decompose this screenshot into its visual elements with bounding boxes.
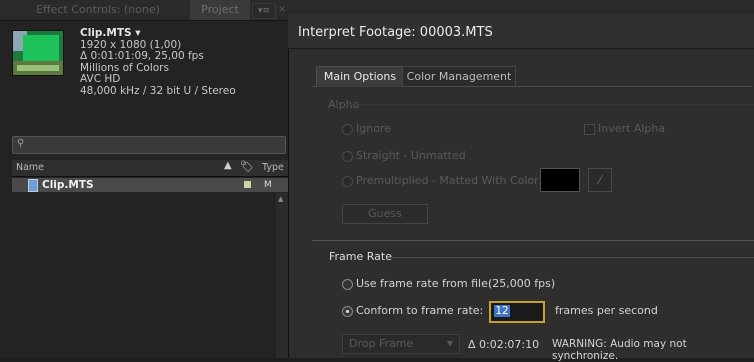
use-from-file-label: Use frame rate from file: bbox=[356, 277, 492, 290]
clip-name-dropdown[interactable]: Clip.MTS ▾ bbox=[80, 27, 236, 40]
label-tag-icon[interactable]: 🏷 bbox=[240, 160, 254, 173]
audio-sync-warning: WARNING: Audio may not synchronize. bbox=[552, 338, 687, 362]
radio-straight[interactable] bbox=[342, 151, 353, 162]
matte-color-swatch[interactable] bbox=[540, 168, 580, 192]
conformed-duration: Δ 0:02:07:10 bbox=[468, 338, 540, 351]
tab-project[interactable]: Project bbox=[190, 0, 250, 20]
alpha-divider bbox=[345, 104, 754, 105]
scroll-up-icon[interactable]: ▲ bbox=[278, 195, 283, 203]
row-type: M bbox=[264, 180, 272, 190]
clip-thumbnail bbox=[12, 30, 64, 76]
footage-file-icon bbox=[28, 179, 38, 192]
tab-color-management[interactable]: Color Management bbox=[402, 66, 516, 86]
radio-ignore-label: Ignore bbox=[356, 122, 391, 135]
radio-use-frame-rate-from-file[interactable] bbox=[342, 279, 353, 290]
dialog-title: Interpret Footage: 00003.MTS bbox=[298, 25, 493, 40]
radio-ignore[interactable] bbox=[342, 124, 353, 135]
frame-rate-top-divider bbox=[312, 240, 754, 241]
chevron-down-icon: ▼ bbox=[446, 339, 453, 348]
search-icon: ⚲ bbox=[17, 138, 25, 149]
tab-main-options[interactable]: Main Options bbox=[316, 66, 404, 87]
sort-triangle-icon[interactable]: ▲ bbox=[224, 160, 232, 171]
frame-rate-divider bbox=[390, 257, 754, 258]
clip-codec: AVC HD bbox=[80, 73, 121, 85]
clip-duration: Δ 0:01:01:09, 25,00 fps bbox=[80, 50, 204, 62]
drop-frame-value: Drop Frame bbox=[349, 337, 414, 350]
invert-alpha-checkbox[interactable] bbox=[584, 124, 595, 135]
panel-close-icon[interactable]: × bbox=[278, 0, 288, 20]
row-name: Clip.MTS bbox=[42, 179, 94, 191]
panel-menu-icon[interactable]: ▾≡ bbox=[252, 3, 276, 19]
radio-conform-to-frame-rate[interactable] bbox=[342, 306, 353, 317]
fps-unit-label: frames per second bbox=[555, 304, 658, 317]
project-search-input[interactable]: ⚲ bbox=[12, 136, 286, 154]
radio-premultiplied[interactable] bbox=[342, 176, 353, 187]
drop-frame-select[interactable]: Drop Frame ▼ bbox=[342, 334, 460, 354]
eyedropper-icon[interactable]: ⁄ bbox=[588, 168, 612, 192]
frame-rate-section-label: Frame Rate bbox=[329, 250, 392, 263]
conform-label: Conform to frame rate: bbox=[356, 304, 484, 317]
label-color-swatch[interactable] bbox=[244, 181, 251, 188]
project-list-scrollbar[interactable]: ▲ bbox=[276, 193, 288, 358]
radio-premultiplied-label: Premultiplied - Matted With Color: bbox=[356, 174, 543, 187]
column-name[interactable]: Name bbox=[16, 162, 44, 173]
radio-straight-label: Straight - Unmatted bbox=[356, 149, 466, 162]
invert-alpha-label: Invert Alpha bbox=[598, 122, 666, 135]
column-type[interactable]: Type bbox=[262, 162, 284, 173]
file-fps-value: (25,000 fps) bbox=[488, 277, 556, 290]
tab-effect-controls[interactable]: Effect Controls: (none) bbox=[8, 0, 188, 20]
clip-audio: 48,000 kHz / 32 bit U / Stereo bbox=[80, 84, 236, 97]
guess-button[interactable]: Guess bbox=[342, 204, 428, 224]
clip-info: Clip.MTS ▾ 1920 x 1080 (1,00) Δ 0:01:01:… bbox=[80, 27, 236, 97]
conform-fps-value: 12 bbox=[494, 305, 510, 317]
